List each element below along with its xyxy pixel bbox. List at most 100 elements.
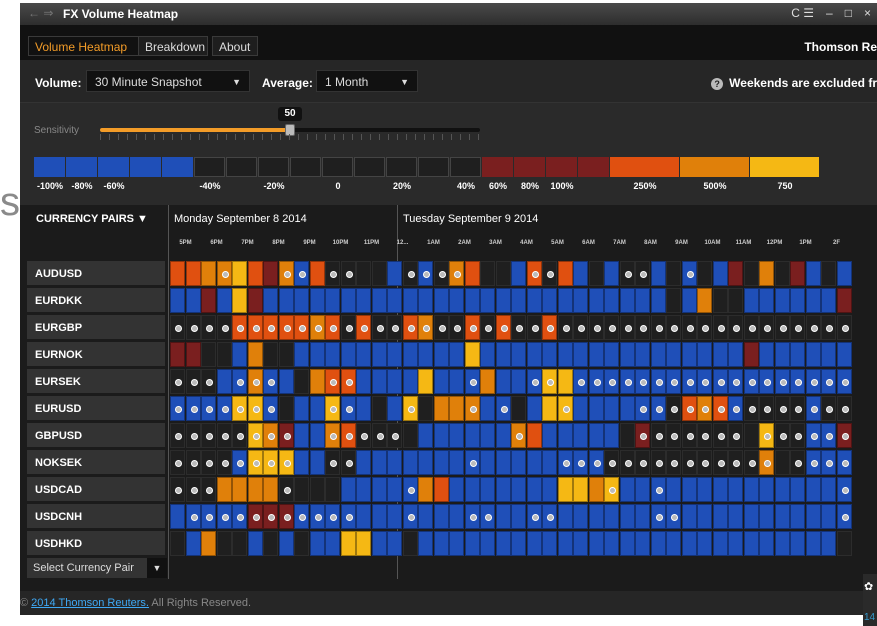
- heatmap-cell[interactable]: [263, 531, 278, 556]
- heatmap-cell[interactable]: [821, 531, 836, 556]
- heatmap-cell[interactable]: [588, 288, 604, 313]
- currency-pair-label[interactable]: GBPUSD: [27, 423, 165, 449]
- heatmap-cell[interactable]: [511, 396, 526, 421]
- heatmap-cell[interactable]: [821, 396, 836, 421]
- heatmap-cell[interactable]: [480, 396, 495, 421]
- heatmap-cell[interactable]: [309, 261, 325, 286]
- heatmap-cell[interactable]: [495, 342, 511, 367]
- heatmap-cell[interactable]: [604, 504, 619, 529]
- heatmap-cell[interactable]: [604, 477, 619, 502]
- heatmap-cell[interactable]: [387, 396, 402, 421]
- heatmap-cell[interactable]: [340, 315, 356, 340]
- heatmap-cell[interactable]: [573, 288, 588, 313]
- heatmap-cell[interactable]: [774, 396, 790, 421]
- heatmap-cell[interactable]: [247, 423, 263, 448]
- heatmap-cell[interactable]: [588, 369, 604, 394]
- heatmap-cell[interactable]: [185, 504, 201, 529]
- heatmap-cell[interactable]: [526, 396, 542, 421]
- heatmap-cell[interactable]: [464, 342, 480, 367]
- heatmap-cell[interactable]: [387, 477, 402, 502]
- heatmap-cell[interactable]: [604, 531, 619, 556]
- heatmap-cell[interactable]: [526, 450, 542, 475]
- heatmap-cell[interactable]: [650, 369, 666, 394]
- help-icon[interactable]: ?: [711, 78, 724, 90]
- heatmap-cell[interactable]: [232, 396, 247, 421]
- select-currency-pair[interactable]: Select Currency Pair ▼: [27, 558, 167, 578]
- heatmap-cell[interactable]: [588, 450, 604, 475]
- minimize-button[interactable]: –: [820, 5, 839, 21]
- heatmap-cell[interactable]: [728, 315, 743, 340]
- tab-about[interactable]: About: [212, 36, 258, 56]
- heatmap-cell[interactable]: [356, 504, 371, 529]
- heatmap-cell[interactable]: [526, 423, 542, 448]
- heatmap-cell[interactable]: [774, 261, 790, 286]
- heatmap-cell[interactable]: [263, 369, 278, 394]
- heatmap-cell[interactable]: [247, 504, 263, 529]
- heatmap-cell[interactable]: [418, 450, 433, 475]
- heatmap-cell[interactable]: [495, 504, 511, 529]
- heatmap-cell[interactable]: [666, 261, 681, 286]
- heatmap-cell[interactable]: [635, 342, 650, 367]
- heatmap-cell[interactable]: [557, 477, 573, 502]
- heatmap-cell[interactable]: [309, 504, 325, 529]
- heatmap-cell[interactable]: [573, 342, 588, 367]
- heatmap-cell[interactable]: [216, 288, 232, 313]
- heatmap-cell[interactable]: [666, 504, 681, 529]
- heatmap-cell[interactable]: [371, 342, 387, 367]
- heatmap-cell[interactable]: [774, 288, 790, 313]
- heatmap-cell[interactable]: [619, 504, 635, 529]
- heatmap-cell[interactable]: [201, 261, 216, 286]
- heatmap-cell[interactable]: [185, 369, 201, 394]
- heatmap-cell[interactable]: [464, 450, 480, 475]
- heatmap-cell[interactable]: [464, 288, 480, 313]
- heatmap-cell[interactable]: [635, 396, 650, 421]
- heatmap-cell[interactable]: [201, 288, 216, 313]
- heatmap-cell[interactable]: [387, 504, 402, 529]
- heatmap-cell[interactable]: [836, 423, 852, 448]
- heatmap-cell[interactable]: [294, 261, 309, 286]
- heatmap-cell[interactable]: [573, 504, 588, 529]
- heatmap-cell[interactable]: [480, 315, 495, 340]
- heatmap-cell[interactable]: [790, 315, 805, 340]
- heatmap-cell[interactable]: [836, 369, 852, 394]
- heatmap-cell[interactable]: [201, 342, 216, 367]
- heatmap-cell[interactable]: [464, 261, 480, 286]
- heatmap-cell[interactable]: [170, 450, 185, 475]
- heatmap-cell[interactable]: [170, 342, 185, 367]
- heatmap-cell[interactable]: [542, 369, 557, 394]
- heatmap-cell[interactable]: [263, 396, 278, 421]
- heatmap-cell[interactable]: [263, 288, 278, 313]
- heatmap-cell[interactable]: [557, 504, 573, 529]
- heatmap-cell[interactable]: [821, 288, 836, 313]
- heatmap-cell[interactable]: [759, 504, 774, 529]
- heatmap-cell[interactable]: [821, 423, 836, 448]
- heatmap-cell[interactable]: [480, 450, 495, 475]
- heatmap-cell[interactable]: [697, 531, 712, 556]
- heatmap-cell[interactable]: [216, 477, 232, 502]
- heatmap-cell[interactable]: [790, 261, 805, 286]
- heatmap-cell[interactable]: [371, 261, 387, 286]
- heatmap-cell[interactable]: [681, 396, 697, 421]
- heatmap-cell[interactable]: [619, 342, 635, 367]
- heatmap-cell[interactable]: [681, 477, 697, 502]
- heatmap-cell[interactable]: [402, 531, 418, 556]
- heatmap-cell[interactable]: [356, 261, 371, 286]
- heatmap-cell[interactable]: [588, 315, 604, 340]
- heatmap-cell[interactable]: [371, 477, 387, 502]
- heatmap-cell[interactable]: [247, 531, 263, 556]
- heatmap-cell[interactable]: [402, 396, 418, 421]
- heatmap-cell[interactable]: [263, 477, 278, 502]
- heatmap-cell[interactable]: [278, 342, 294, 367]
- heatmap-cell[interactable]: [697, 504, 712, 529]
- heatmap-cell[interactable]: [666, 396, 681, 421]
- heatmap-cell[interactable]: [650, 423, 666, 448]
- heatmap-cell[interactable]: [371, 369, 387, 394]
- currency-pair-label[interactable]: USDHKD: [27, 531, 165, 557]
- heatmap-cell[interactable]: [712, 342, 728, 367]
- heatmap-cell[interactable]: [805, 369, 821, 394]
- heatmap-cell[interactable]: [588, 531, 604, 556]
- heatmap-cell[interactable]: [511, 342, 526, 367]
- heatmap-cell[interactable]: [387, 261, 402, 286]
- heatmap-cell[interactable]: [278, 261, 294, 286]
- heatmap-cell[interactable]: [836, 396, 852, 421]
